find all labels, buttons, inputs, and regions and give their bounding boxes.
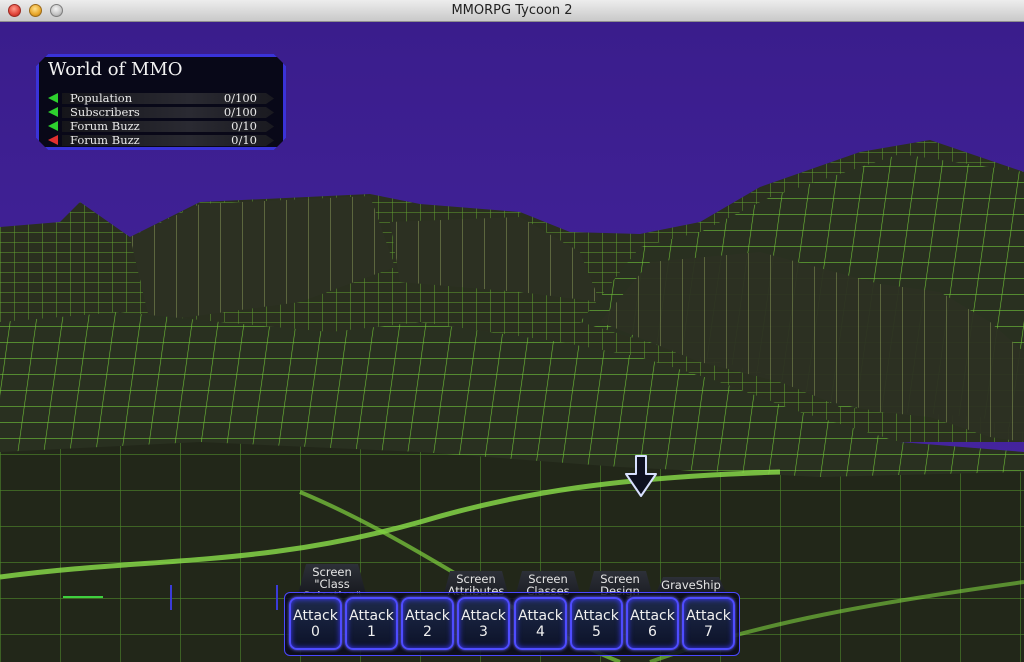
tab-label: Screen "Class Selection": [312, 565, 352, 591]
world-stats-panel: World of MMO Population 0/100 Subscriber…: [36, 54, 286, 150]
action-label: Attack 4: [518, 607, 563, 640]
action-label: Attack 7: [686, 607, 731, 640]
window-title: MMORPG Tycoon 2: [451, 3, 573, 18]
trend-up-icon: [48, 93, 58, 103]
attack-1-button[interactable]: Attack 1: [345, 597, 398, 650]
attack-7-button[interactable]: Attack 7: [682, 597, 735, 650]
attack-4-button[interactable]: Attack 4: [514, 597, 567, 650]
stat-population: Population 0/100: [48, 92, 274, 105]
action-label: Attack 6: [630, 607, 675, 640]
stat-label: Forum Buzz: [70, 133, 140, 147]
action-label: Attack 3: [461, 607, 506, 640]
trend-down-icon: [48, 135, 58, 145]
attack-5-button[interactable]: Attack 5: [570, 597, 623, 650]
window-titlebar: MMORPG Tycoon 2: [0, 0, 1024, 22]
stat-value: 0/100: [223, 105, 257, 119]
tab-label: GraveShip: [661, 578, 721, 592]
attack-6-button[interactable]: Attack 6: [626, 597, 679, 650]
action-label: Attack 5: [574, 607, 619, 640]
stat-subscribers: Subscribers 0/100: [48, 106, 274, 119]
stat-label: Population: [70, 91, 133, 105]
attack-3-button[interactable]: Attack 3: [457, 597, 510, 650]
stat-value: 0/10: [231, 133, 257, 147]
world-name: World of MMO: [48, 59, 183, 80]
stat-forum-buzz-2: Forum Buzz 0/10: [48, 134, 274, 147]
attack-0-button[interactable]: Attack 0: [289, 597, 342, 650]
trend-up-icon: [48, 107, 58, 117]
hud-green-indicator: [63, 596, 103, 598]
stat-label: Forum Buzz: [70, 119, 140, 133]
attack-2-button[interactable]: Attack 2: [401, 597, 454, 650]
stat-value: 0/10: [231, 119, 257, 133]
stat-forum-buzz-1: Forum Buzz 0/10: [48, 120, 274, 133]
hud-blue-tick-2: [276, 585, 278, 610]
hud-blue-tick-1: [170, 585, 172, 610]
stat-label: Subscribers: [70, 105, 140, 119]
stat-value: 0/100: [223, 91, 257, 105]
action-label: Attack 0: [293, 607, 338, 640]
tab-screen-class-selection[interactable]: Screen "Class Selection": [298, 564, 366, 594]
action-label: Attack 1: [349, 607, 394, 640]
action-label: Attack 2: [405, 607, 450, 640]
trend-up-icon: [48, 121, 58, 131]
